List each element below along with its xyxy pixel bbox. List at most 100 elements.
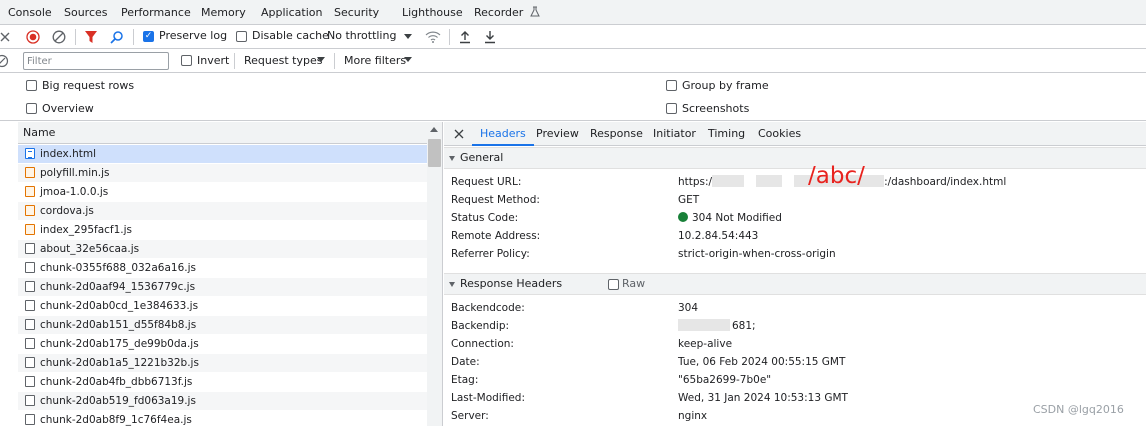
header-key: Server: xyxy=(451,410,489,422)
request-name: chunk-2d0aaf94_1536779c.js xyxy=(40,281,196,293)
filter-icon[interactable] xyxy=(85,31,97,43)
tab-preview[interactable]: Preview xyxy=(536,122,579,146)
request-row[interactable]: about_32e56caa.js xyxy=(18,240,427,259)
request-name: cordova.js xyxy=(40,205,94,217)
invert-label: Invert xyxy=(197,54,230,67)
general-section-header[interactable]: General xyxy=(444,147,1146,169)
header-value: nginx xyxy=(678,407,707,425)
header-value: 681; xyxy=(678,317,756,335)
header-row: Request URL: https:/:/dashboard/index.ht… xyxy=(444,173,1146,191)
red-annotation: /abc/ xyxy=(808,163,865,189)
clear-icon[interactable] xyxy=(52,30,66,44)
request-row[interactable]: chunk-2d0aaf94_1536779c.js xyxy=(18,278,427,297)
tab-memory[interactable]: Memory xyxy=(201,0,246,25)
tab-recorder[interactable]: Recorder xyxy=(474,0,540,25)
overview-checkbox[interactable] xyxy=(26,103,37,114)
tab-security[interactable]: Security xyxy=(334,0,379,25)
import-har-icon[interactable] xyxy=(459,30,471,44)
file-icon xyxy=(25,338,35,349)
header-row: Etag: "65ba2699-7b0e" xyxy=(444,371,1146,389)
record-stop-icon[interactable] xyxy=(26,30,40,44)
header-key: Request URL: xyxy=(451,176,522,188)
header-value-text: 681; xyxy=(732,320,756,332)
file-icon xyxy=(25,243,35,254)
header-value: Wed, 31 Jan 2024 10:53:13 GMT xyxy=(678,389,848,407)
request-name: chunk-2d0ab175_de99b0da.js xyxy=(40,338,199,350)
export-har-icon[interactable] xyxy=(484,30,496,44)
request-types-dropdown[interactable]: Request types xyxy=(244,54,322,67)
tab-console[interactable]: Console xyxy=(8,0,52,25)
tab-lighthouse[interactable]: Lighthouse xyxy=(402,0,463,25)
preserve-log-checkbox[interactable]: ✓ xyxy=(143,31,154,42)
file-icon xyxy=(25,300,35,311)
tab-response[interactable]: Response xyxy=(590,122,643,146)
chevron-down-icon xyxy=(404,34,412,39)
script-icon xyxy=(25,205,35,216)
caret-down-icon xyxy=(449,282,455,287)
request-name: about_32e56caa.js xyxy=(40,243,140,255)
throttling-select[interactable]: No throttling xyxy=(327,29,396,42)
screenshots-label: Screenshots xyxy=(682,102,750,115)
request-row[interactable]: chunk-2d0ab8f9_1c76f4ea.js xyxy=(18,411,427,426)
header-row: Backendcode: 304 xyxy=(444,299,1146,317)
big-request-rows-checkbox[interactable] xyxy=(26,80,37,91)
tab-timing[interactable]: Timing xyxy=(708,122,745,146)
invert-checkbox[interactable] xyxy=(181,55,192,66)
header-value-text: Tue, 06 Feb 2024 00:55:15 GMT xyxy=(678,356,846,368)
scrollbar-thumb[interactable] xyxy=(428,139,441,167)
toolbar-divider xyxy=(449,29,450,45)
header-value-text: "65ba2699-7b0e" xyxy=(678,374,772,386)
request-row[interactable]: polyfill.min.js xyxy=(18,164,427,183)
close-icon[interactable] xyxy=(454,129,464,139)
script-icon xyxy=(25,186,35,197)
header-key: Last-Modified: xyxy=(451,392,526,404)
scroll-up-icon[interactable] xyxy=(430,127,438,133)
filter-bar: Invert Request types More filters xyxy=(0,49,1146,73)
close-icon[interactable] xyxy=(0,31,10,43)
request-row[interactable]: index_295facf1.js xyxy=(18,221,427,240)
request-row[interactable]: chunk-2d0ab519_fd063a19.js xyxy=(18,392,427,411)
tab-cookies[interactable]: Cookies xyxy=(758,122,801,146)
header-key: Etag: xyxy=(451,374,479,386)
scrollbar-track[interactable] xyxy=(427,122,442,426)
search-icon[interactable] xyxy=(110,30,124,44)
detail-tabs: Headers Preview Response Initiator Timin… xyxy=(444,122,1146,146)
group-by-frame-checkbox[interactable] xyxy=(666,80,677,91)
request-name: chunk-2d0ab1a5_1221b32b.js xyxy=(40,357,199,369)
header-value: keep-alive xyxy=(678,335,732,353)
request-row[interactable]: jmoa-1.0.0.js xyxy=(18,183,427,202)
network-conditions-icon[interactable] xyxy=(425,30,441,43)
raw-checkbox[interactable] xyxy=(608,279,619,290)
more-filters-dropdown[interactable]: More filters xyxy=(344,54,406,67)
request-name: chunk-2d0ab519_fd063a19.js xyxy=(40,395,196,407)
screenshots-checkbox[interactable] xyxy=(666,103,677,114)
url-suffix: :/dashboard/index.html xyxy=(884,176,1007,188)
tab-sources[interactable]: Sources xyxy=(64,0,108,25)
request-row[interactable]: chunk-2d0ab151_d55f84b8.js xyxy=(18,316,427,335)
name-column-header[interactable]: Name xyxy=(18,122,427,144)
request-row[interactable]: chunk-2d0ab4fb_dbb6713f.js xyxy=(18,373,427,392)
header-row: Status Code: 304 Not Modified xyxy=(444,209,1146,227)
header-key: Request Method: xyxy=(451,194,540,206)
request-row[interactable]: chunk-0355f688_032a6a16.js xyxy=(18,259,427,278)
tab-initiator[interactable]: Initiator xyxy=(653,122,696,146)
request-row[interactable]: chunk-2d0ab175_de99b0da.js xyxy=(18,335,427,354)
document-icon xyxy=(25,148,35,159)
header-value-text: nginx xyxy=(678,410,708,422)
request-row[interactable]: cordova.js xyxy=(18,202,427,221)
response-headers-section-header[interactable]: Response Headers Raw xyxy=(444,273,1146,295)
big-request-rows-label: Big request rows xyxy=(42,79,135,92)
filter-input[interactable] xyxy=(23,52,169,70)
request-name: chunk-2d0ab4fb_dbb6713f.js xyxy=(40,376,193,388)
header-row: Referrer Policy: strict-origin-when-cros… xyxy=(444,245,1146,263)
request-row[interactable]: chunk-2d0ab1a5_1221b32b.js xyxy=(18,354,427,373)
request-row[interactable]: chunk-2d0ab0cd_1e384633.js xyxy=(18,297,427,316)
block-icon[interactable] xyxy=(0,54,9,68)
tab-headers[interactable]: Headers xyxy=(472,122,534,146)
file-icon xyxy=(25,395,35,406)
tab-application[interactable]: Application xyxy=(261,0,322,25)
disable-cache-checkbox[interactable] xyxy=(236,31,247,42)
request-row[interactable]: index.html xyxy=(18,145,427,164)
tab-performance[interactable]: Performance xyxy=(121,0,191,25)
response-headers-title: Response Headers xyxy=(460,277,563,290)
